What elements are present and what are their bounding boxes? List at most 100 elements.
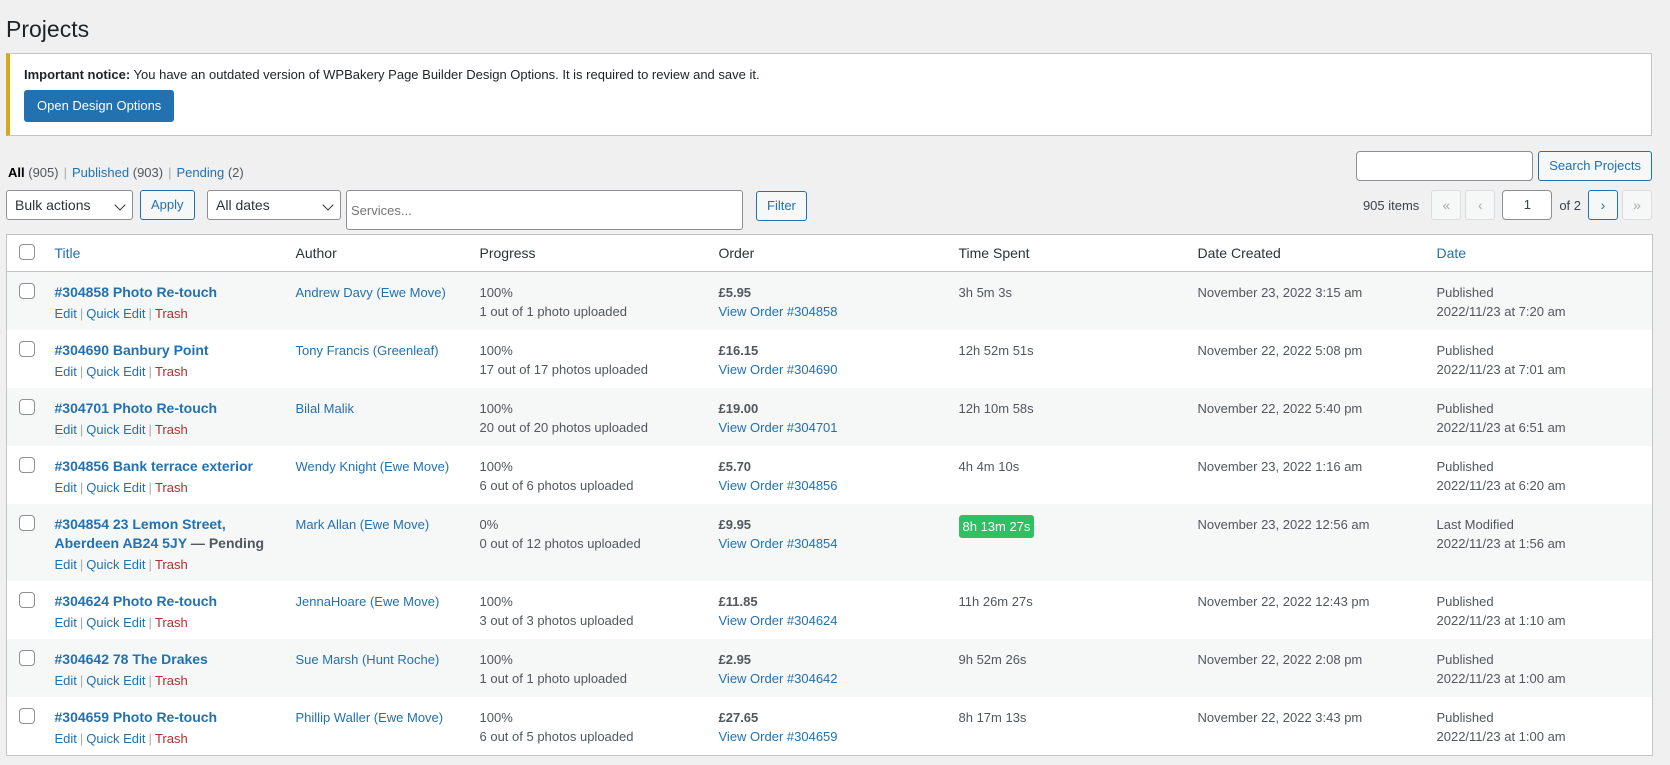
progress-text: 0 out of 12 photos uploaded: [479, 536, 641, 551]
row-checkbox[interactable]: [19, 592, 35, 608]
trash-link[interactable]: Trash: [155, 673, 188, 688]
last-page-button[interactable]: »: [1622, 190, 1652, 220]
services-input[interactable]: [347, 191, 742, 229]
view-order-link[interactable]: View Order #304858: [719, 304, 838, 319]
prev-page-button[interactable]: ‹: [1465, 190, 1496, 220]
view-order-link[interactable]: View Order #304856: [719, 478, 838, 493]
trash-link[interactable]: Trash: [155, 557, 188, 572]
order-amount: £11.85: [718, 594, 758, 609]
trash-link[interactable]: Trash: [155, 364, 188, 379]
author-link[interactable]: Bilal Malik: [296, 401, 355, 416]
select-all-checkbox[interactable]: [19, 243, 35, 260]
row-checkbox[interactable]: [19, 708, 35, 724]
view-order-link[interactable]: View Order #304690: [719, 362, 838, 377]
trash-link[interactable]: Trash: [155, 422, 188, 437]
edit-link[interactable]: Edit: [55, 422, 77, 437]
edit-link[interactable]: Edit: [55, 480, 77, 495]
edit-link[interactable]: Edit: [55, 673, 77, 688]
edit-link[interactable]: Edit: [55, 306, 77, 321]
next-page-button[interactable]: ›: [1588, 190, 1618, 220]
column-title[interactable]: Title: [46, 234, 288, 272]
apply-button[interactable]: Apply: [140, 190, 195, 220]
edit-link[interactable]: Edit: [55, 615, 77, 630]
first-page-button[interactable]: «: [1431, 190, 1462, 220]
author-link[interactable]: Phillip Waller (Ewe Move): [296, 710, 444, 725]
project-title-link[interactable]: #304858 Photo Re-touch: [55, 284, 218, 300]
author-cell: Andrew Davy (Ewe Move): [287, 271, 472, 330]
progress-text: 1 out of 1 photo uploaded: [479, 304, 627, 319]
view-order-link[interactable]: View Order #304624: [719, 613, 838, 628]
row-checkbox[interactable]: [19, 650, 35, 666]
quick-edit-link[interactable]: Quick Edit: [86, 673, 145, 688]
row-checkbox-cell: [6, 504, 47, 581]
trash-link[interactable]: Trash: [155, 615, 188, 630]
search-input[interactable]: [1356, 151, 1534, 181]
trash-link[interactable]: Trash: [155, 731, 188, 746]
date-created-cell: November 23, 2022 12:56 am: [1189, 504, 1429, 581]
view-order-link[interactable]: View Order #304642: [719, 671, 838, 686]
view-pending-link[interactable]: Pending (2): [176, 165, 243, 180]
bulk-actions-select[interactable]: Bulk actions: [6, 190, 133, 220]
quick-edit-link[interactable]: Quick Edit: [86, 731, 145, 746]
view-order-link[interactable]: View Order #304701: [719, 420, 838, 435]
order-cell: £27.65 View Order #304659: [711, 697, 951, 756]
dates-select[interactable]: All dates: [207, 190, 341, 220]
author-link[interactable]: Tony Francis (Greenleaf): [296, 343, 439, 358]
table-row: #304642 78 The Drakes Edit | Quick Edit | Tra…: [6, 639, 1653, 697]
quick-edit-link[interactable]: Quick Edit: [86, 364, 145, 379]
time-spent: 12h 52m 51s: [958, 343, 1034, 358]
edit-link[interactable]: Edit: [55, 731, 77, 746]
author-link[interactable]: Andrew Davy (Ewe Move): [296, 285, 446, 300]
view-all-link[interactable]: All (905): [8, 165, 59, 180]
post-date: 2022/11/23 at 6:51 am: [1436, 420, 1566, 435]
project-title-link[interactable]: #304659 Photo Re-touch: [55, 709, 218, 725]
project-title-link[interactable]: #304856 Bank terrace exterior: [55, 458, 253, 474]
quick-edit-link[interactable]: Quick Edit: [86, 306, 145, 321]
view-published-link[interactable]: Published (903): [72, 165, 163, 180]
edit-link[interactable]: Edit: [55, 557, 77, 572]
title-cell: #304854 23 Lemon Street, Aberdeen AB24 5…: [46, 504, 288, 581]
column-order: Order: [710, 234, 951, 272]
project-title-link[interactable]: #304690 Banbury Point: [55, 342, 209, 358]
progress-cell: 100% 20 out of 20 photos uploaded: [471, 388, 711, 446]
progress-percent: 100%: [479, 459, 513, 474]
date-created: November 22, 2022 5:40 pm: [1197, 401, 1363, 416]
order-amount: £19.00: [718, 401, 759, 416]
trash-link[interactable]: Trash: [155, 306, 188, 321]
current-page-input[interactable]: 1: [1502, 190, 1553, 220]
row-checkbox[interactable]: [19, 457, 35, 473]
time-spent: 8h 17m 13s: [958, 710, 1027, 725]
author-link[interactable]: Wendy Knight (Ewe Move): [296, 459, 450, 474]
row-checkbox[interactable]: [19, 283, 35, 299]
project-title-link[interactable]: #304701 Photo Re-touch: [55, 400, 218, 416]
project-title-link[interactable]: #304624 Photo Re-touch: [55, 593, 218, 609]
progress-cell: 100% 3 out of 3 photos uploaded: [472, 581, 711, 639]
quick-edit-link[interactable]: Quick Edit: [86, 557, 145, 572]
date-created: November 23, 2022 1:16 am: [1197, 459, 1363, 474]
post-status: Published: [1436, 594, 1494, 609]
order-cell: £5.70 View Order #304856: [711, 446, 951, 504]
time-spent-cell: 11h 26m 27s: [951, 581, 1190, 639]
trash-link[interactable]: Trash: [155, 480, 188, 495]
column-date[interactable]: Date: [1428, 234, 1653, 272]
view-order-link[interactable]: View Order #304659: [719, 729, 838, 744]
services-field: [346, 190, 743, 230]
project-title-link[interactable]: #304642 78 The Drakes: [55, 651, 208, 667]
author-link[interactable]: Mark Allan (Ewe Move): [296, 517, 430, 532]
edit-link[interactable]: Edit: [55, 364, 77, 379]
search-projects-button[interactable]: Search Projects: [1538, 151, 1652, 181]
author-link[interactable]: Sue Marsh (Hunt Roche): [296, 652, 440, 667]
author-link[interactable]: JennaHoare (Ewe Move): [296, 594, 440, 609]
order-amount: £5.70: [718, 459, 752, 474]
quick-edit-link[interactable]: Quick Edit: [86, 480, 145, 495]
quick-edit-link[interactable]: Quick Edit: [86, 615, 145, 630]
row-checkbox[interactable]: [19, 399, 35, 415]
filter-button[interactable]: Filter: [756, 191, 807, 221]
row-checkbox[interactable]: [19, 515, 35, 531]
date-cell: Published 2022/11/23 at 1:00 am: [1429, 697, 1653, 756]
view-order-link[interactable]: View Order #304854: [719, 536, 838, 551]
quick-edit-link[interactable]: Quick Edit: [86, 422, 145, 437]
open-design-options-button[interactable]: Open Design Options: [24, 90, 175, 122]
row-checkbox[interactable]: [19, 341, 35, 357]
order-amount: £5.95: [718, 285, 752, 300]
